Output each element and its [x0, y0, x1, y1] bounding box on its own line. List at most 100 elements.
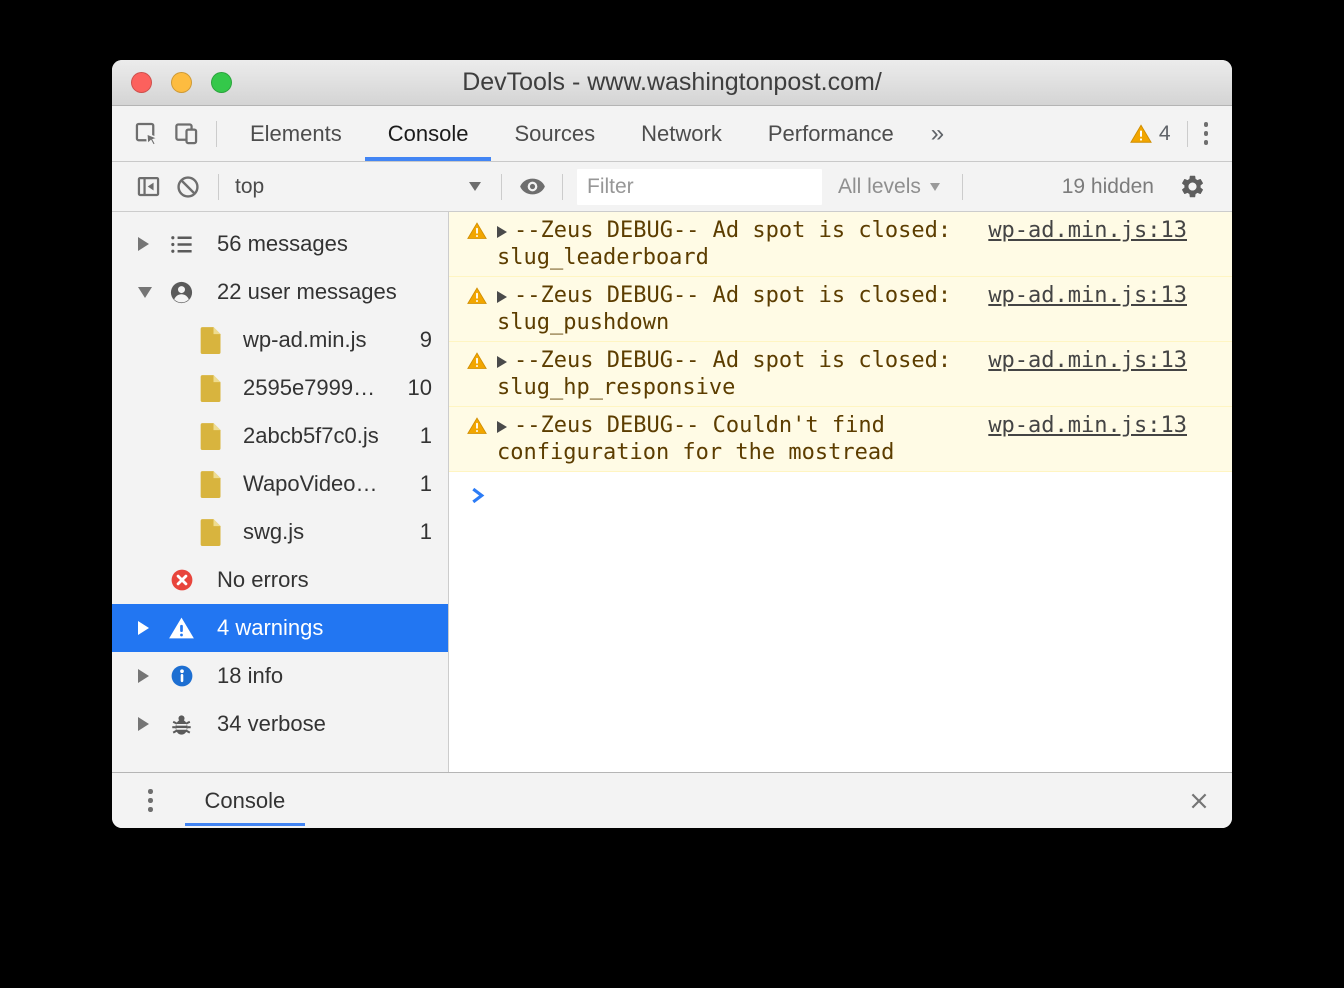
source-link[interactable]: wp-ad.min.js:13	[988, 412, 1187, 439]
message-text[interactable]: --Zeus DEBUG-- Ad spot is closed: slug_p…	[497, 282, 976, 336]
log-levels-dropdown[interactable]: All levels	[838, 175, 940, 199]
caret-right-icon[interactable]	[138, 669, 149, 683]
sidebar-item-label: 2595e7999…	[243, 375, 376, 400]
devtools-window: DevTools - www.washingtonpost.com/ Eleme…	[112, 60, 1232, 828]
drawer-tab-console[interactable]: Console	[184, 773, 306, 828]
sidebar-item-file[interactable]: wp-ad.min.js 9	[112, 316, 448, 364]
filter-input[interactable]	[577, 168, 822, 205]
message-count: 1	[419, 471, 432, 496]
close-window-button[interactable]	[131, 72, 152, 93]
tab-sources[interactable]: Sources	[491, 106, 618, 161]
divider	[961, 173, 963, 200]
expand-triangle-icon[interactable]	[497, 291, 507, 303]
warning-count-badge[interactable]: 4	[1124, 122, 1177, 146]
console-warning-message[interactable]: --Zeus DEBUG-- Ad spot is closed: slug_h…	[449, 342, 1232, 407]
warning-triangle-icon	[467, 416, 487, 436]
message-text[interactable]: --Zeus DEBUG-- Ad spot is closed: slug_l…	[497, 217, 976, 271]
warning-triangle-icon	[1129, 123, 1152, 143]
sidebar-item-info[interactable]: 18 info	[112, 652, 448, 700]
sidebar-item-file[interactable]: WapoVideo… 1	[112, 460, 448, 508]
tab-label: Elements	[250, 120, 342, 146]
source-link[interactable]: wp-ad.min.js:13	[988, 282, 1187, 309]
message-count: 10	[407, 375, 432, 400]
more-tabs-button[interactable]: »	[917, 120, 958, 148]
tab-elements[interactable]: Elements	[227, 106, 365, 161]
context-label: top	[235, 174, 265, 198]
chevron-down-icon	[929, 182, 940, 191]
message-text[interactable]: --Zeus DEBUG-- Ad spot is closed: slug_h…	[497, 347, 976, 401]
divider	[501, 173, 502, 200]
source-link[interactable]: wp-ad.min.js:13	[988, 347, 1187, 374]
console-sidebar: 56 messages 22 user messages wp-ad.min.j…	[112, 212, 449, 772]
clear-console-button[interactable]	[168, 167, 208, 207]
tab-label: Performance	[767, 120, 894, 146]
bug-icon	[168, 711, 195, 738]
inspect-cursor-icon	[135, 122, 160, 147]
caret-right-icon[interactable]	[138, 717, 149, 731]
clear-console-icon	[177, 175, 199, 198]
caret-right-icon[interactable]	[138, 621, 149, 635]
warning-triangle-icon	[467, 351, 487, 371]
caret-down-icon[interactable]	[138, 286, 152, 298]
close-icon	[1191, 793, 1207, 808]
sidebar-item-file[interactable]: 2abcb5f7c0.js 1	[112, 412, 448, 460]
sidebar-item-file[interactable]: swg.js 1	[112, 508, 448, 556]
file-icon	[196, 422, 223, 450]
drawer-tab-label: Console	[204, 787, 286, 813]
file-icon	[196, 518, 223, 546]
source-link[interactable]: wp-ad.min.js:13	[988, 217, 1187, 244]
error-icon	[168, 567, 195, 593]
expand-triangle-icon[interactable]	[497, 226, 507, 238]
tab-network[interactable]: Network	[618, 106, 745, 161]
drawer-menu-button[interactable]	[142, 789, 159, 812]
console-toolbar: top All levels 19 hidden	[112, 162, 1232, 212]
minimize-window-button[interactable]	[171, 72, 192, 93]
devtools-menu-button[interactable]	[1198, 122, 1215, 145]
console-settings-button[interactable]	[1172, 167, 1212, 207]
sidebar-item-label: WapoVideo…	[243, 471, 378, 496]
sidebar-item-user-messages[interactable]: 22 user messages	[112, 268, 448, 316]
traffic-lights	[131, 60, 232, 105]
tab-label: Network	[641, 120, 722, 146]
levels-label: All levels	[838, 174, 921, 198]
tab-label: Console	[387, 120, 469, 146]
sidebar-item-label: 2abcb5f7c0.js	[243, 423, 379, 448]
prompt-chevron-icon	[472, 487, 485, 504]
tab-performance[interactable]: Performance	[745, 106, 917, 161]
toggle-console-sidebar-button[interactable]	[128, 167, 168, 207]
divider	[562, 173, 563, 200]
inspect-element-button[interactable]	[126, 114, 166, 154]
tab-console[interactable]: Console	[364, 106, 492, 161]
sidebar-item-errors[interactable]: No errors	[112, 556, 448, 604]
sidebar-item-file[interactable]: 2595e7999… 10	[112, 364, 448, 412]
expand-triangle-icon[interactable]	[497, 356, 507, 368]
live-expression-button[interactable]	[512, 167, 552, 207]
devtools-tab-bar: Elements Console Sources Network Perform…	[112, 106, 1232, 162]
caret-right-icon[interactable]	[138, 237, 149, 251]
divider	[218, 173, 219, 200]
console-sidebar-icon	[137, 176, 159, 197]
console-warning-message[interactable]: --Zeus DEBUG-- Couldn't find configurati…	[449, 407, 1232, 472]
sidebar-item-verbose[interactable]: 34 verbose	[112, 700, 448, 748]
message-text[interactable]: --Zeus DEBUG-- Couldn't find configurati…	[497, 412, 976, 466]
warning-triangle-icon	[168, 614, 195, 642]
execution-context-selector[interactable]: top	[229, 175, 491, 199]
warning-count: 4	[1158, 121, 1171, 145]
message-count: 1	[419, 519, 432, 544]
console-messages-pane[interactable]: --Zeus DEBUG-- Ad spot is closed: slug_l…	[449, 212, 1232, 772]
zoom-window-button[interactable]	[211, 72, 232, 93]
sidebar-item-label: No errors	[217, 567, 309, 592]
expand-triangle-icon[interactable]	[497, 421, 507, 433]
console-warning-message[interactable]: --Zeus DEBUG-- Ad spot is closed: slug_l…	[449, 212, 1232, 277]
title-bar[interactable]: DevTools - www.washingtonpost.com/	[112, 60, 1232, 106]
console-warning-message[interactable]: --Zeus DEBUG-- Ad spot is closed: slug_p…	[449, 277, 1232, 342]
sidebar-item-warnings[interactable]: 4 warnings	[112, 604, 448, 652]
console-prompt[interactable]	[449, 472, 1232, 505]
file-icon	[196, 326, 223, 354]
close-drawer-button[interactable]	[1188, 790, 1210, 812]
sidebar-item-all-messages[interactable]: 56 messages	[112, 220, 448, 268]
message-count: 1	[419, 423, 432, 448]
sidebar-item-label: 22 user messages	[217, 279, 397, 304]
warning-triangle-icon	[467, 221, 487, 241]
toggle-device-toolbar-button[interactable]	[166, 114, 206, 154]
